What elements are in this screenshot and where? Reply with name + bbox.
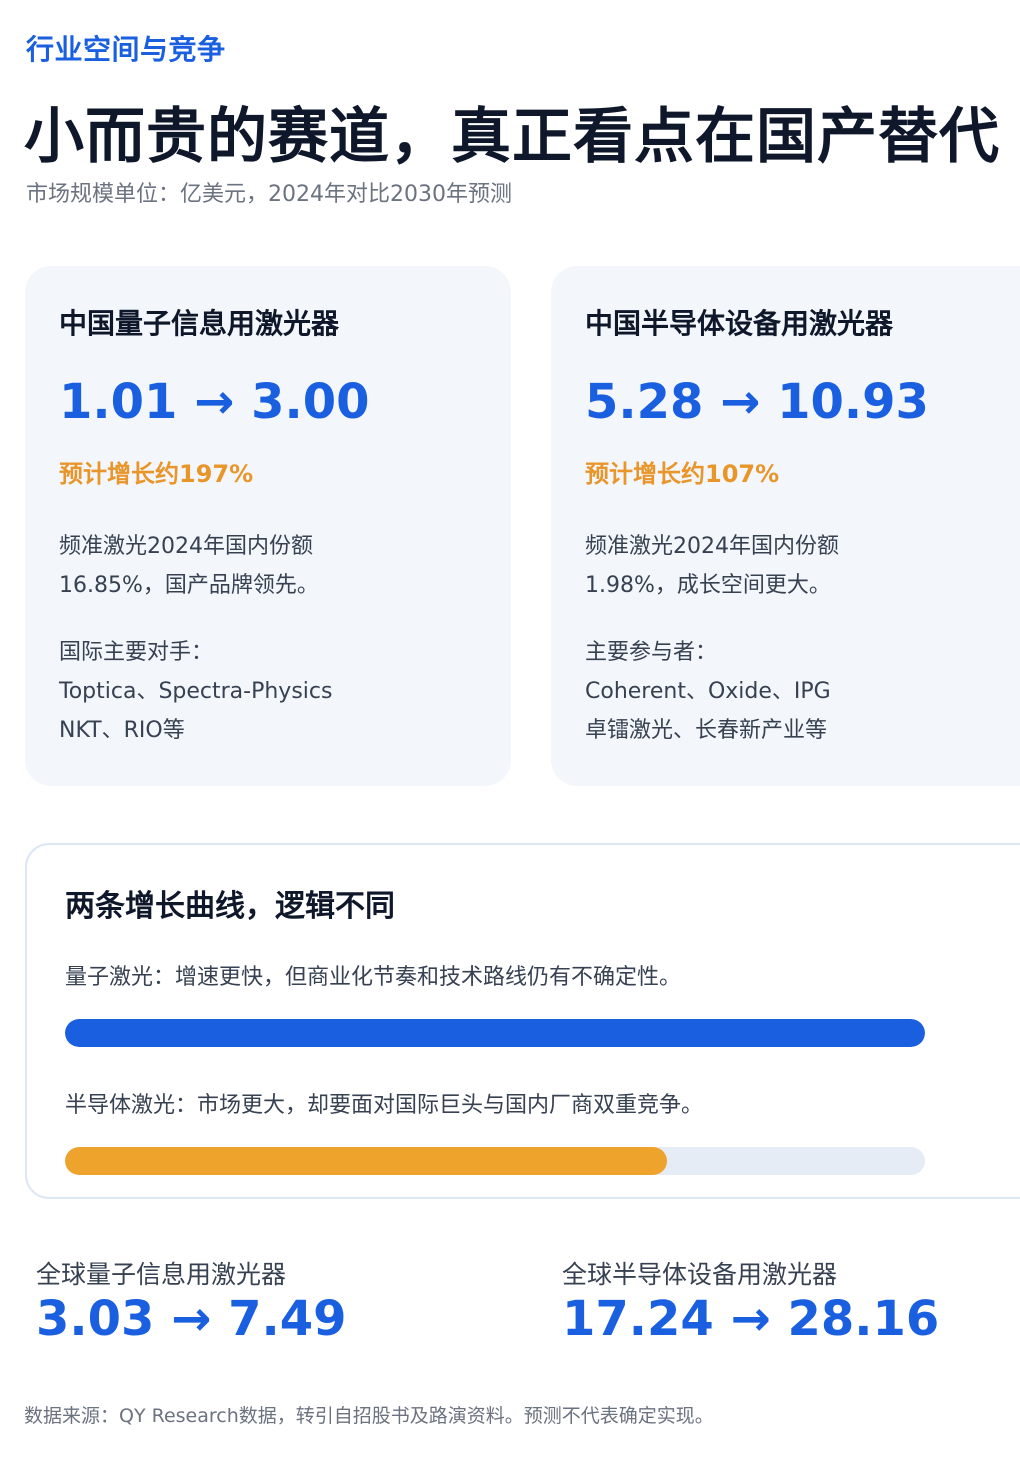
page-title: 小而贵的赛道，真正看点在国产替代	[24, 102, 1000, 172]
card-title: 中国量子信息用激光器	[59, 307, 340, 340]
global-stat-range: 17.24 → 28.16	[562, 1291, 940, 1347]
competitors-line: Toptica、Spectra-Physics	[59, 679, 333, 704]
competitors-line: NKT、RIO等	[59, 718, 185, 743]
global-stat-label: 全球量子信息用激光器	[36, 1260, 287, 1289]
quantum-bar-fill	[65, 1019, 925, 1047]
page-subtitle: 市场规模单位：亿美元，2024年对比2030年预测	[26, 182, 512, 207]
quantum-bar-track	[65, 1019, 925, 1047]
competitors-line: 卓镭激光、长春新产业等	[585, 718, 828, 743]
card-title: 中国半导体设备用激光器	[585, 307, 894, 340]
semiconductor-bar-track	[65, 1147, 925, 1175]
share-line: 16.85%，国产品牌领先。	[59, 573, 319, 598]
section-tag: 行业空间与竞争	[26, 33, 226, 66]
growth-rate: 预计增长约197%	[59, 460, 254, 488]
global-semiconductor-stat: 全球半导体设备用激光器 17.24 → 28.16	[562, 1255, 939, 1346]
semiconductor-bar-fill	[65, 1147, 667, 1175]
domestic-share-text: 频准激光2024年国内份额 1.98%，成长空间更大。	[585, 527, 1017, 605]
data-source-note: 数据来源：QY Research数据，转引自招股书及路演资料。预测不代表确定实现…	[24, 1405, 714, 1427]
competitors-label: 主要参与者：	[585, 640, 718, 665]
share-line: 频准激光2024年国内份额	[585, 534, 839, 559]
growth-curves-panel: 两条增长曲线，逻辑不同 量子激光：增速更快，但商业化节奏和技术路线仍有不确定性。…	[25, 843, 1020, 1199]
share-line: 频准激光2024年国内份额	[59, 534, 313, 559]
competitors-text: 主要参与者： Coherent、Oxide、IPG 卓镭激光、长春新产业等	[585, 633, 1017, 750]
market-size-range: 1.01 → 3.00	[59, 374, 370, 430]
semiconductor-curve-text: 半导体激光：市场更大，却要面对国际巨头与国内厂商双重竞争。	[65, 1093, 704, 1118]
panel-title: 两条增长曲线，逻辑不同	[65, 889, 395, 924]
card-china-semiconductor: 中国半导体设备用激光器 5.28 → 10.93 预计增长约107% 频准激光2…	[551, 266, 1020, 786]
global-stat-label: 全球半导体设备用激光器	[562, 1260, 838, 1289]
competitors-line: Coherent、Oxide、IPG	[585, 679, 831, 704]
domestic-share-text: 频准激光2024年国内份额 16.85%，国产品牌领先。	[59, 527, 477, 605]
card-china-quantum: 中国量子信息用激光器 1.01 → 3.00 预计增长约197% 频准激光202…	[25, 266, 511, 786]
competitors-label: 国际主要对手：	[59, 640, 214, 665]
market-size-range: 5.28 → 10.93	[585, 374, 929, 430]
competitors-text: 国际主要对手： Toptica、Spectra-Physics NKT、RIO等	[59, 633, 477, 750]
quantum-curve-text: 量子激光：增速更快，但商业化节奏和技术路线仍有不确定性。	[65, 965, 682, 990]
share-line: 1.98%，成长空间更大。	[585, 573, 831, 598]
global-stat-range: 3.03 → 7.49	[36, 1291, 347, 1347]
global-quantum-stat: 全球量子信息用激光器 3.03 → 7.49	[36, 1255, 347, 1346]
growth-rate: 预计增长约107%	[585, 460, 780, 488]
